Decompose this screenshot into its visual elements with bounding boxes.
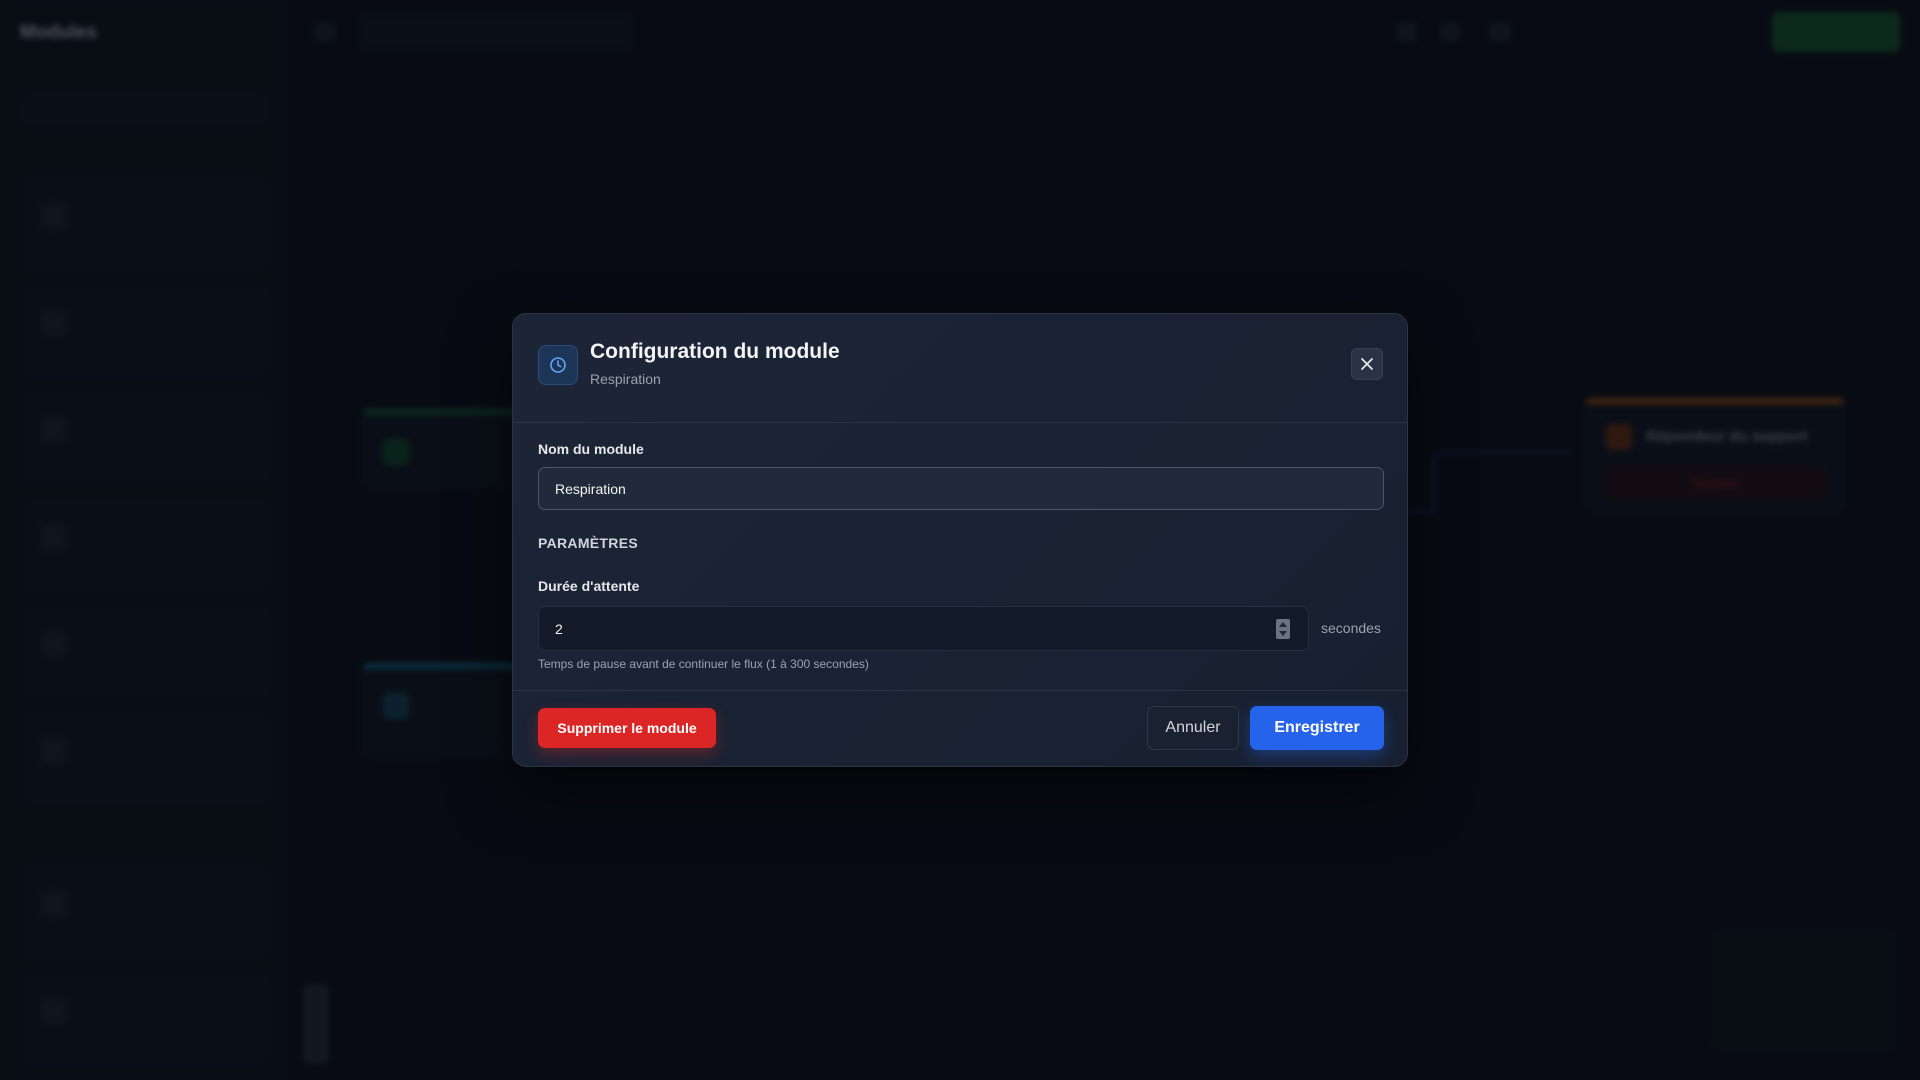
number-stepper[interactable] <box>1276 619 1290 639</box>
clock-icon <box>538 345 578 385</box>
wait-duration-value: 2 <box>555 621 563 637</box>
params-section-title: PARAMÈTRES <box>538 535 638 551</box>
stepper-up-icon[interactable] <box>1279 622 1287 627</box>
wait-duration-unit: secondes <box>1321 620 1381 636</box>
module-name-label: Nom du module <box>538 441 644 457</box>
dialog-subtitle: Respiration <box>590 371 661 387</box>
stepper-down-icon[interactable] <box>1279 631 1287 636</box>
close-icon <box>1361 358 1373 370</box>
wait-duration-hint: Temps de pause avant de continuer le flu… <box>538 657 869 671</box>
wait-duration-input[interactable]: 2 <box>538 606 1309 651</box>
cancel-button[interactable]: Annuler <box>1147 706 1239 750</box>
dialog-title: Configuration du module <box>590 340 840 363</box>
footer-divider <box>513 690 1407 691</box>
close-button[interactable] <box>1351 348 1383 380</box>
header-divider <box>513 422 1407 423</box>
module-name-input[interactable] <box>538 467 1384 510</box>
delete-module-button[interactable]: Supprimer le module <box>538 708 716 748</box>
wait-duration-label: Durée d'attente <box>538 578 640 594</box>
save-button[interactable]: Enregistrer <box>1250 706 1384 750</box>
module-config-dialog: Configuration du module Respiration Nom … <box>512 313 1408 767</box>
